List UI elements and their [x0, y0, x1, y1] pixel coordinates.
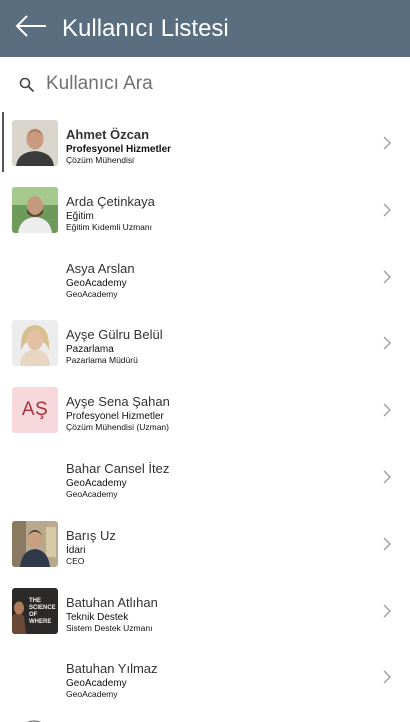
avatar — [12, 520, 58, 567]
user-title: Pazarlama Müdürü — [66, 355, 138, 366]
search-icon — [19, 77, 35, 93]
avatar-photo-text: SCIENCE — [29, 605, 56, 611]
user-list: Ahmet Özcan Profesyonel Hizmetler Çözüm Mü… — [0, 112, 410, 722]
user-title: Eğitim Kıdemli Uzmanı — [66, 221, 152, 232]
user-name: Bahar Cansel İtez — [66, 460, 170, 476]
arrow-left-icon — [15, 15, 46, 37]
chevron-right-icon — [383, 470, 391, 484]
chevron-right-icon — [383, 270, 391, 284]
user-list-item[interactable]: Barış Uz İdari CEO — [0, 513, 410, 580]
user-list-item[interactable]: AŞ Ayşe Sena Şahan Profesyonel Hizmetler Çö… — [0, 379, 410, 446]
avatar-photo — [12, 520, 58, 567]
user-list-item[interactable]: THE SCIENCE OF WHERE Batuhan Atlıhan Teknik D… — [0, 580, 410, 647]
user-name: Arda Çetinkaya — [66, 193, 155, 209]
user-title: GeoAcademy — [66, 689, 118, 700]
user-title: Sistem Destek Uzmanı — [66, 622, 153, 633]
avatar-photo-text: WHERE — [29, 619, 51, 625]
user-title: CEO — [66, 555, 85, 566]
chevron-right-icon — [383, 670, 391, 684]
user-name: Ayşe Sena Şahan — [66, 394, 170, 410]
avatar-initials: AŞ — [12, 387, 58, 434]
chevron-right-icon — [383, 403, 391, 417]
app-header: Kullanıcı Listesi — [0, 0, 410, 57]
chevron-right-icon — [383, 136, 391, 150]
avatar-photo — [12, 120, 58, 166]
user-list-item[interactable]: Bahar Cansel İtez GeoAcademy GeoAcademy — [0, 446, 410, 513]
user-name: Asya Arslan — [66, 260, 135, 276]
user-list-item[interactable]: Ayşe Gülru Belül Pazarlama Pazarlama Müdür… — [0, 312, 410, 379]
search-bar — [0, 57, 410, 112]
avatar — [12, 320, 58, 367]
user-list-item[interactable]: Batuhan Yılmaz GeoAcademy GeoAcademy — [0, 646, 410, 713]
user-name: Batuhan Atlıhan — [66, 594, 158, 610]
user-list-item[interactable]: Arda Çetinkaya Eğitim Eğitim Kıdemli Uzman… — [0, 179, 410, 246]
avatar-photo-text: THE — [29, 598, 41, 604]
avatar — [12, 186, 58, 233]
user-list-item[interactable]: Ahmet Özcan Profesyonel Hizmetler Çözüm Mü… — [0, 112, 410, 179]
chevron-right-icon — [383, 604, 391, 618]
avatar — [12, 120, 58, 166]
avatar: THE SCIENCE OF WHERE — [12, 587, 58, 634]
chevron-right-icon — [383, 203, 391, 217]
list-item-peek — [27, 720, 41, 722]
user-name: Batuhan Yılmaz — [66, 661, 158, 677]
chevron-right-icon — [383, 336, 391, 350]
avatar-photo: THESCIENCEOFWHERE — [12, 587, 58, 634]
search-input[interactable] — [46, 69, 386, 99]
user-name: Barış Uz — [66, 527, 116, 543]
user-title: Çözüm Mühendisi — [66, 155, 135, 165]
page-title: Kullanıcı Listesi — [62, 15, 229, 42]
avatar-photo — [12, 186, 58, 233]
user-name: Ayşe Gülru Belül — [66, 327, 163, 343]
avatar-photo-text: OF — [29, 612, 38, 618]
avatar-photo — [12, 320, 58, 367]
user-list-item[interactable]: Asya Arslan GeoAcademy GeoAcademy — [0, 246, 410, 313]
chevron-right-icon — [383, 537, 391, 551]
app-window: Kullanıcı Listesi Ahmet ÖzcanProfesyonel… — [0, 0, 410, 722]
user-title: GeoAcademy — [66, 488, 118, 499]
user-name: Ahmet Özcan — [66, 127, 150, 142]
user-title: Çözüm Mühendisi (Uzman) — [66, 422, 169, 433]
user-title: GeoAcademy — [66, 288, 118, 299]
back-button[interactable] — [14, 12, 48, 40]
